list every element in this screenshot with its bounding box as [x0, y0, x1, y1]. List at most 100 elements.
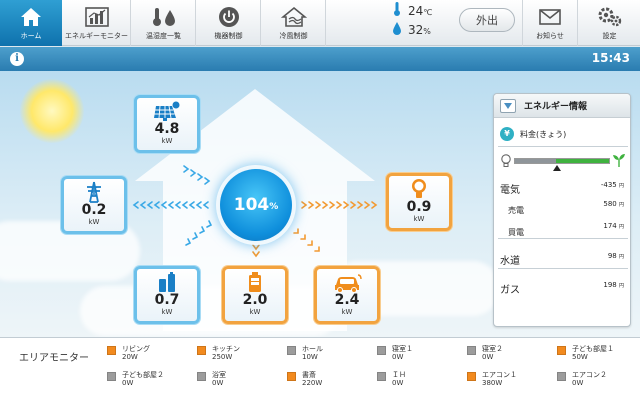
- light-bulb-outline-icon: [501, 154, 511, 167]
- nav-cool-wind-control-label: 冷風制御: [279, 31, 308, 40]
- energy-flow-stage: 4.8 kW 0.2 kW 0.7 kW 104 % 2.0 kW 2.4 kW…: [0, 71, 640, 337]
- area-watts: 0W: [392, 353, 404, 361]
- purchase-row: 買電 174 円: [500, 220, 626, 237]
- temperature-value: 24: [408, 4, 424, 18]
- light-bulb-icon: [389, 176, 449, 200]
- top-navigation: ホーム エネルギーモニター 温湿度一覧 機器制御 冷風制御 24℃ 32% 外出…: [0, 0, 640, 46]
- info-icon[interactable]: i: [10, 52, 24, 66]
- gas-row: ガス 198 円: [500, 278, 626, 296]
- envelope-icon: [539, 6, 561, 28]
- water-label: 水道: [500, 256, 520, 267]
- grid-value: 0.2: [81, 202, 107, 218]
- house-load-unit: kW: [413, 215, 425, 223]
- nav-energy-monitor[interactable]: エネルギーモニター: [63, 0, 131, 46]
- area-status-square: [557, 346, 566, 355]
- nav-notice-label: お知らせ: [536, 31, 564, 40]
- area-status-square: [287, 372, 296, 381]
- house-load-value: 0.9: [406, 199, 432, 215]
- nav-temp-humidity[interactable]: 温湿度一覧: [132, 0, 196, 46]
- bar-chart-icon: [84, 6, 110, 28]
- area-status-square: [107, 346, 116, 355]
- area-status-square: [557, 372, 566, 381]
- clock-time: 15:43: [591, 51, 630, 65]
- generation-value: 580: [603, 200, 617, 208]
- divider: [498, 268, 628, 269]
- ev-value: 2.4: [334, 292, 360, 308]
- house-fan-icon: [280, 6, 307, 28]
- house-consumption-card[interactable]: 0.9 kW: [386, 173, 452, 231]
- electricity-row: 電気 -435 円: [500, 178, 626, 196]
- grid-power-card[interactable]: 0.2 kW: [61, 176, 127, 234]
- ev-unit: kW: [341, 308, 353, 316]
- nav-notice[interactable]: お知らせ: [522, 0, 578, 46]
- nav-home-label: ホーム: [20, 31, 42, 40]
- gas-unit: 円: [618, 283, 624, 289]
- purchase-value: 174: [603, 222, 617, 230]
- energy-info-title: エネルギー情報: [524, 102, 588, 112]
- area-watts: 220W: [302, 379, 323, 387]
- solar-generation-card[interactable]: 4.8 kW: [134, 95, 200, 153]
- electric-vehicle-card[interactable]: 2.4 kW: [314, 266, 380, 324]
- area-watts: 250W: [212, 353, 233, 361]
- temperature-unit: ℃: [423, 8, 433, 17]
- solar-panel-icon: [137, 98, 197, 122]
- sprout-icon: [613, 154, 625, 167]
- thermometer-droplet-icon: [149, 6, 179, 28]
- rate-label: 料金(きょう): [520, 129, 567, 139]
- humidity-readout: 32%: [392, 21, 431, 39]
- area-watts: 0W: [122, 379, 134, 387]
- area-watts: 20W: [122, 353, 138, 361]
- nav-temp-humidity-label: 温湿度一覧: [146, 31, 181, 40]
- charger-value: 2.0: [242, 292, 268, 308]
- nav-settings-label: 設定: [602, 31, 617, 40]
- generation-label: 売電: [508, 206, 524, 215]
- humidity-value: 32: [408, 23, 424, 37]
- electricity-unit: 円: [618, 183, 624, 189]
- area-status-square: [197, 372, 206, 381]
- divider: [498, 238, 628, 239]
- generation-row: 売電 580 円: [500, 198, 626, 215]
- nav-settings[interactable]: 設定: [579, 0, 640, 46]
- area-status-square: [467, 372, 476, 381]
- area-monitor: エリアモニター リビング 20W キッチン 250W ホール 10W 寝室１ 0W 寝室２ 0W 子…: [0, 337, 640, 400]
- area-status-square: [197, 346, 206, 355]
- center-percent-value: 104: [233, 195, 270, 215]
- thermometer-icon: [392, 1, 402, 21]
- self-sufficiency-indicator[interactable]: 104 %: [220, 169, 292, 241]
- area-watts: 380W: [482, 379, 503, 387]
- nav-device-control-label: 機器制御: [214, 31, 243, 40]
- nav-home[interactable]: ホーム: [0, 0, 62, 46]
- nav-cool-wind-control[interactable]: 冷風制御: [262, 0, 326, 46]
- area-watts: 0W: [392, 379, 404, 387]
- area-status-square: [287, 346, 296, 355]
- away-button[interactable]: 外出: [459, 8, 515, 32]
- storage-battery-icon: [137, 269, 197, 293]
- power-icon: [218, 6, 240, 28]
- energy-info-panel: エネルギー情報 ¥ 料金(きょう) 電気 -435 円 売電 580 円 買電 …: [493, 93, 631, 327]
- energy-info-header: エネルギー情報: [494, 94, 630, 118]
- area-monitor-title: エリアモニター: [19, 353, 89, 364]
- battery-value: 0.7: [154, 292, 180, 308]
- purchase-label: 買電: [508, 228, 524, 237]
- triangle-down-icon: [504, 102, 512, 109]
- area-status-square: [377, 372, 386, 381]
- area-watts: 0W: [212, 379, 224, 387]
- area-watts: 0W: [572, 379, 584, 387]
- area-status-square: [377, 346, 386, 355]
- humidity-unit: %: [423, 27, 431, 36]
- nav-device-control[interactable]: 機器制御: [197, 0, 261, 46]
- storage-battery-card[interactable]: 0.7 kW: [134, 266, 200, 324]
- yen-icon: ¥: [500, 127, 514, 141]
- charger-unit: kW: [249, 308, 261, 316]
- temperature-readout: 24℃: [392, 2, 432, 20]
- battery-unit: kW: [161, 308, 173, 316]
- gas-label: ガス: [500, 285, 520, 296]
- gears-icon: [597, 6, 623, 28]
- solar-unit: kW: [161, 137, 173, 145]
- eco-meter: [500, 152, 626, 172]
- electricity-label: 電気: [500, 185, 520, 196]
- charger-card[interactable]: 2.0 kW: [222, 266, 288, 324]
- divider: [498, 146, 628, 147]
- panel-collapse-button[interactable]: [500, 98, 516, 113]
- power-tower-icon: [64, 179, 124, 203]
